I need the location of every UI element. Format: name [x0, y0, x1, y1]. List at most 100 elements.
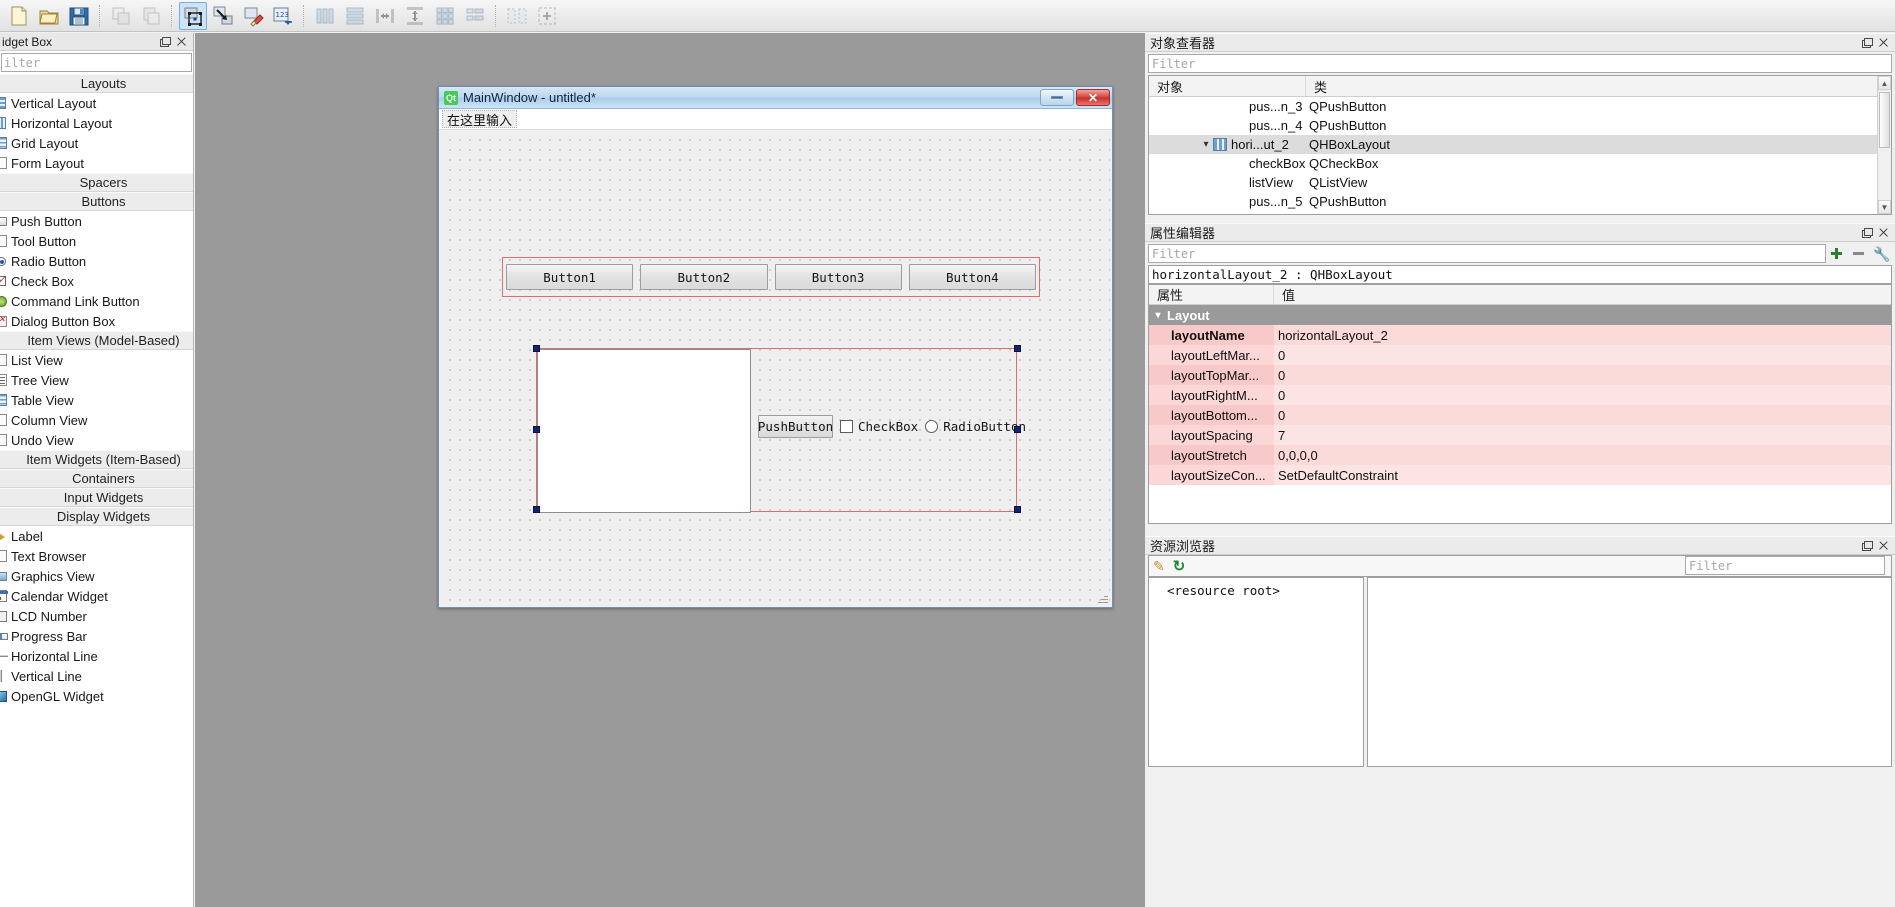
new-file-button[interactable]: [5, 2, 33, 30]
selection-handle-mid-left[interactable]: [533, 426, 540, 433]
push-button-2[interactable]: Button2: [640, 264, 768, 290]
design-canvas[interactable]: Qt MainWindow - untitled* ✕ 在这里输入 Button…: [195, 33, 1145, 907]
widget-item-radio-button[interactable]: Radio Button: [0, 251, 193, 271]
selection-handle-bottom-right[interactable]: [1014, 506, 1021, 513]
push-button-5[interactable]: PushButton: [758, 415, 833, 438]
property-group-layout[interactable]: ▾ Layout: [1149, 305, 1891, 325]
property-row-layoutleftmargin[interactable]: layoutLeftMar... 0: [1149, 345, 1891, 365]
property-row-layoutbottommargin[interactable]: layoutBottom... 0: [1149, 405, 1891, 425]
close-icon[interactable]: [1878, 227, 1889, 238]
property-row-layouttopmargin[interactable]: layoutTopMar... 0: [1149, 365, 1891, 385]
widget-item-text-browser[interactable]: Text Browser: [0, 546, 193, 566]
column-header-object[interactable]: 对象: [1149, 76, 1306, 96]
horizontal-layout-2-selected[interactable]: PushButton CheckBox RadioButton: [533, 345, 1026, 513]
chevron-down-icon[interactable]: ▾: [1199, 139, 1213, 150]
table-row[interactable]: checkBox QCheckBox: [1149, 154, 1891, 173]
widget-item-label[interactable]: Label: [0, 526, 193, 546]
widget-item-command-link-button[interactable]: Command Link Button: [0, 291, 193, 311]
property-value[interactable]: 0: [1274, 385, 1891, 405]
push-button-3[interactable]: Button3: [774, 264, 902, 290]
float-dock-icon[interactable]: [159, 36, 171, 47]
table-row[interactable]: listView QListView: [1149, 173, 1891, 192]
form-menu-bar[interactable]: 在这里输入: [439, 109, 1112, 130]
layout-grid-button[interactable]: [431, 2, 459, 30]
widget-item-horizontal-line[interactable]: Horizontal Line: [0, 646, 193, 666]
widget-item-progress-bar[interactable]: Progress Bar: [0, 626, 193, 646]
table-row[interactable]: ▾ hori...ut_2 QHBoxLayout: [1149, 135, 1891, 154]
property-row-layoutname[interactable]: layoutName horizontalLayout_2: [1149, 325, 1891, 345]
property-value[interactable]: horizontalLayout_2: [1274, 325, 1891, 345]
widget-item-column-view[interactable]: Column View: [0, 410, 193, 430]
table-row[interactable]: pus...n_4 QPushButton: [1149, 116, 1891, 135]
column-header-value[interactable]: 值: [1274, 285, 1891, 304]
property-value[interactable]: 0: [1274, 365, 1891, 385]
table-row[interactable]: pus...n_5 QPushButton: [1149, 192, 1891, 211]
resize-grip[interactable]: [1097, 592, 1108, 603]
widget-item-calendar-widget[interactable]: Calendar Widget: [0, 586, 193, 606]
edit-widgets-button[interactable]: [179, 1, 207, 30]
property-value[interactable]: 0: [1274, 345, 1891, 365]
edit-tab-order-button[interactable]: 123: [269, 2, 297, 30]
widget-item-graphics-view[interactable]: Graphics View: [0, 566, 193, 586]
layout-horizontally-button[interactable]: [311, 2, 339, 30]
scroll-up-arrow-icon[interactable]: ▲: [1878, 76, 1891, 90]
chevron-down-icon[interactable]: ▾: [1149, 310, 1167, 321]
edit-signals-slots-button[interactable]: [209, 2, 237, 30]
close-icon[interactable]: [1878, 37, 1889, 48]
property-row-layoutspacing[interactable]: layoutSpacing 7: [1149, 425, 1891, 445]
resource-preview-pane[interactable]: [1367, 577, 1892, 767]
widget-group-display-widgets[interactable]: Display Widgets: [0, 507, 193, 526]
widget-item-horizontal-layout[interactable]: Horizontal Layout: [0, 113, 193, 133]
property-value[interactable]: 0: [1274, 405, 1891, 425]
paste-button[interactable]: [137, 2, 165, 30]
widget-group-item-views[interactable]: Item Views (Model-Based): [0, 331, 193, 350]
main-window-form[interactable]: Qt MainWindow - untitled* ✕ 在这里输入 Button…: [438, 86, 1113, 608]
save-file-button[interactable]: [65, 2, 93, 30]
check-box-widget[interactable]: CheckBox: [840, 419, 918, 434]
widget-item-undo-view[interactable]: Undo View: [0, 430, 193, 450]
property-editor-filter-input[interactable]: Filter: [1148, 244, 1826, 263]
add-property-button[interactable]: [1829, 246, 1844, 261]
close-button[interactable]: ✕: [1076, 89, 1110, 106]
widget-item-tree-view[interactable]: Tree View: [0, 370, 193, 390]
widget-group-spacers[interactable]: Spacers: [0, 173, 193, 192]
widget-group-buttons[interactable]: Buttons: [0, 192, 193, 211]
float-dock-icon[interactable]: [1861, 37, 1873, 48]
property-row-layoutsizeconstraint[interactable]: layoutSizeCon... SetDefaultConstraint: [1149, 465, 1891, 485]
float-dock-icon[interactable]: [1861, 227, 1873, 238]
widget-box-filter-input[interactable]: ilter: [1, 53, 192, 72]
configure-property-button[interactable]: 🔧: [1873, 246, 1890, 262]
widget-item-lcd-number[interactable]: LCD Number: [0, 606, 193, 626]
widget-group-layouts[interactable]: Layouts: [0, 74, 193, 93]
selection-handle-bottom-left[interactable]: [533, 506, 540, 513]
property-value[interactable]: 7: [1274, 425, 1891, 445]
copy-button[interactable]: [107, 2, 135, 30]
menu-placeholder-item[interactable]: 在这里输入: [442, 110, 518, 128]
scrollbar-thumb[interactable]: [1879, 92, 1890, 148]
edit-buddies-button[interactable]: [239, 2, 267, 30]
minimize-button[interactable]: [1040, 89, 1074, 106]
close-icon[interactable]: [1878, 540, 1889, 551]
widget-item-form-layout[interactable]: Form Layout: [0, 153, 193, 173]
break-layout-button[interactable]: [503, 2, 531, 30]
resource-tree[interactable]: <resource root>: [1148, 577, 1364, 767]
property-editor-table[interactable]: 属性 值 ▾ Layout layoutName horizontalLayou…: [1148, 284, 1892, 524]
close-icon[interactable]: [176, 36, 187, 47]
widget-item-check-box[interactable]: Check Box: [0, 271, 193, 291]
widget-box-list[interactable]: Layouts Vertical Layout Horizontal Layou…: [0, 74, 193, 907]
radio-button-widget[interactable]: RadioButton: [925, 419, 1026, 434]
widget-item-vertical-layout[interactable]: Vertical Layout: [0, 93, 193, 113]
widget-item-vertical-line[interactable]: Vertical Line: [0, 666, 193, 686]
horizontal-layout-top[interactable]: Button1 Button2 Button3 Button4: [502, 257, 1040, 297]
widget-group-input-widgets[interactable]: Input Widgets: [0, 488, 193, 507]
widget-item-dialog-button-box[interactable]: Dialog Button Box: [0, 311, 193, 331]
selection-handle-top-left[interactable]: [533, 345, 540, 352]
layout-vertically-button[interactable]: [341, 2, 369, 30]
list-view-widget[interactable]: [537, 349, 751, 513]
push-button-4[interactable]: Button4: [908, 264, 1036, 290]
vertical-scrollbar[interactable]: ▲ ▼: [1877, 76, 1891, 214]
widget-item-opengl-widget[interactable]: OpenGL Widget: [0, 686, 193, 706]
open-file-button[interactable]: [35, 2, 63, 30]
layout-splitter-horizontal-button[interactable]: [371, 2, 399, 30]
float-dock-icon[interactable]: [1861, 540, 1873, 551]
